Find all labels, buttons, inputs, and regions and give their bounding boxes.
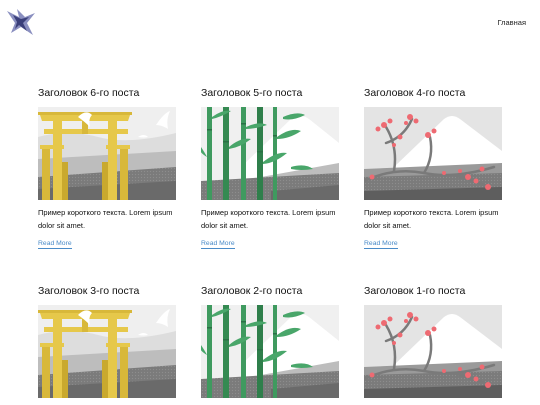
torii-gate-image[interactable] bbox=[38, 107, 176, 200]
post-title[interactable]: Заголовок 2-го поста bbox=[201, 284, 339, 298]
bamboo-image[interactable] bbox=[201, 305, 339, 398]
post-title[interactable]: Заголовок 4-го поста bbox=[364, 86, 502, 100]
post-card: Заголовок 6-го поста Пример короткого те… bbox=[38, 86, 176, 250]
post-title[interactable]: Заголовок 6-го поста bbox=[38, 86, 176, 100]
bird-logo-icon[interactable] bbox=[5, 7, 37, 39]
post-card: Заголовок 2-го поста bbox=[201, 284, 339, 398]
read-more-link[interactable]: Read More bbox=[201, 239, 235, 250]
post-card: Заголовок 4-го поста Пример короткого те… bbox=[364, 86, 502, 250]
site-header: Главная bbox=[0, 0, 540, 50]
post-title[interactable]: Заголовок 3-го поста bbox=[38, 284, 176, 298]
sakura-mountain-image[interactable] bbox=[364, 305, 502, 398]
post-title[interactable]: Заголовок 5-го поста bbox=[201, 86, 339, 100]
nav-link-home[interactable]: Главная bbox=[497, 18, 526, 27]
torii-gate-image[interactable] bbox=[38, 305, 176, 398]
post-excerpt: Пример короткого текста. Lorem ipsum dol… bbox=[364, 208, 499, 230]
post-card: Заголовок 5-го поста Пример короткого те… bbox=[201, 86, 339, 250]
bamboo-image[interactable] bbox=[201, 107, 339, 200]
post-card: Заголовок 3-го поста bbox=[38, 284, 176, 398]
read-more-link[interactable]: Read More bbox=[364, 239, 398, 250]
post-card: Заголовок 1-го поста bbox=[364, 284, 502, 398]
post-excerpt: Пример короткого текста. Lorem ipsum dol… bbox=[38, 208, 173, 230]
sakura-mountain-image[interactable] bbox=[364, 107, 502, 200]
read-more-link[interactable]: Read More bbox=[38, 239, 72, 250]
post-excerpt: Пример короткого текста. Lorem ipsum dol… bbox=[201, 208, 336, 230]
post-title[interactable]: Заголовок 1-го поста bbox=[364, 284, 502, 298]
